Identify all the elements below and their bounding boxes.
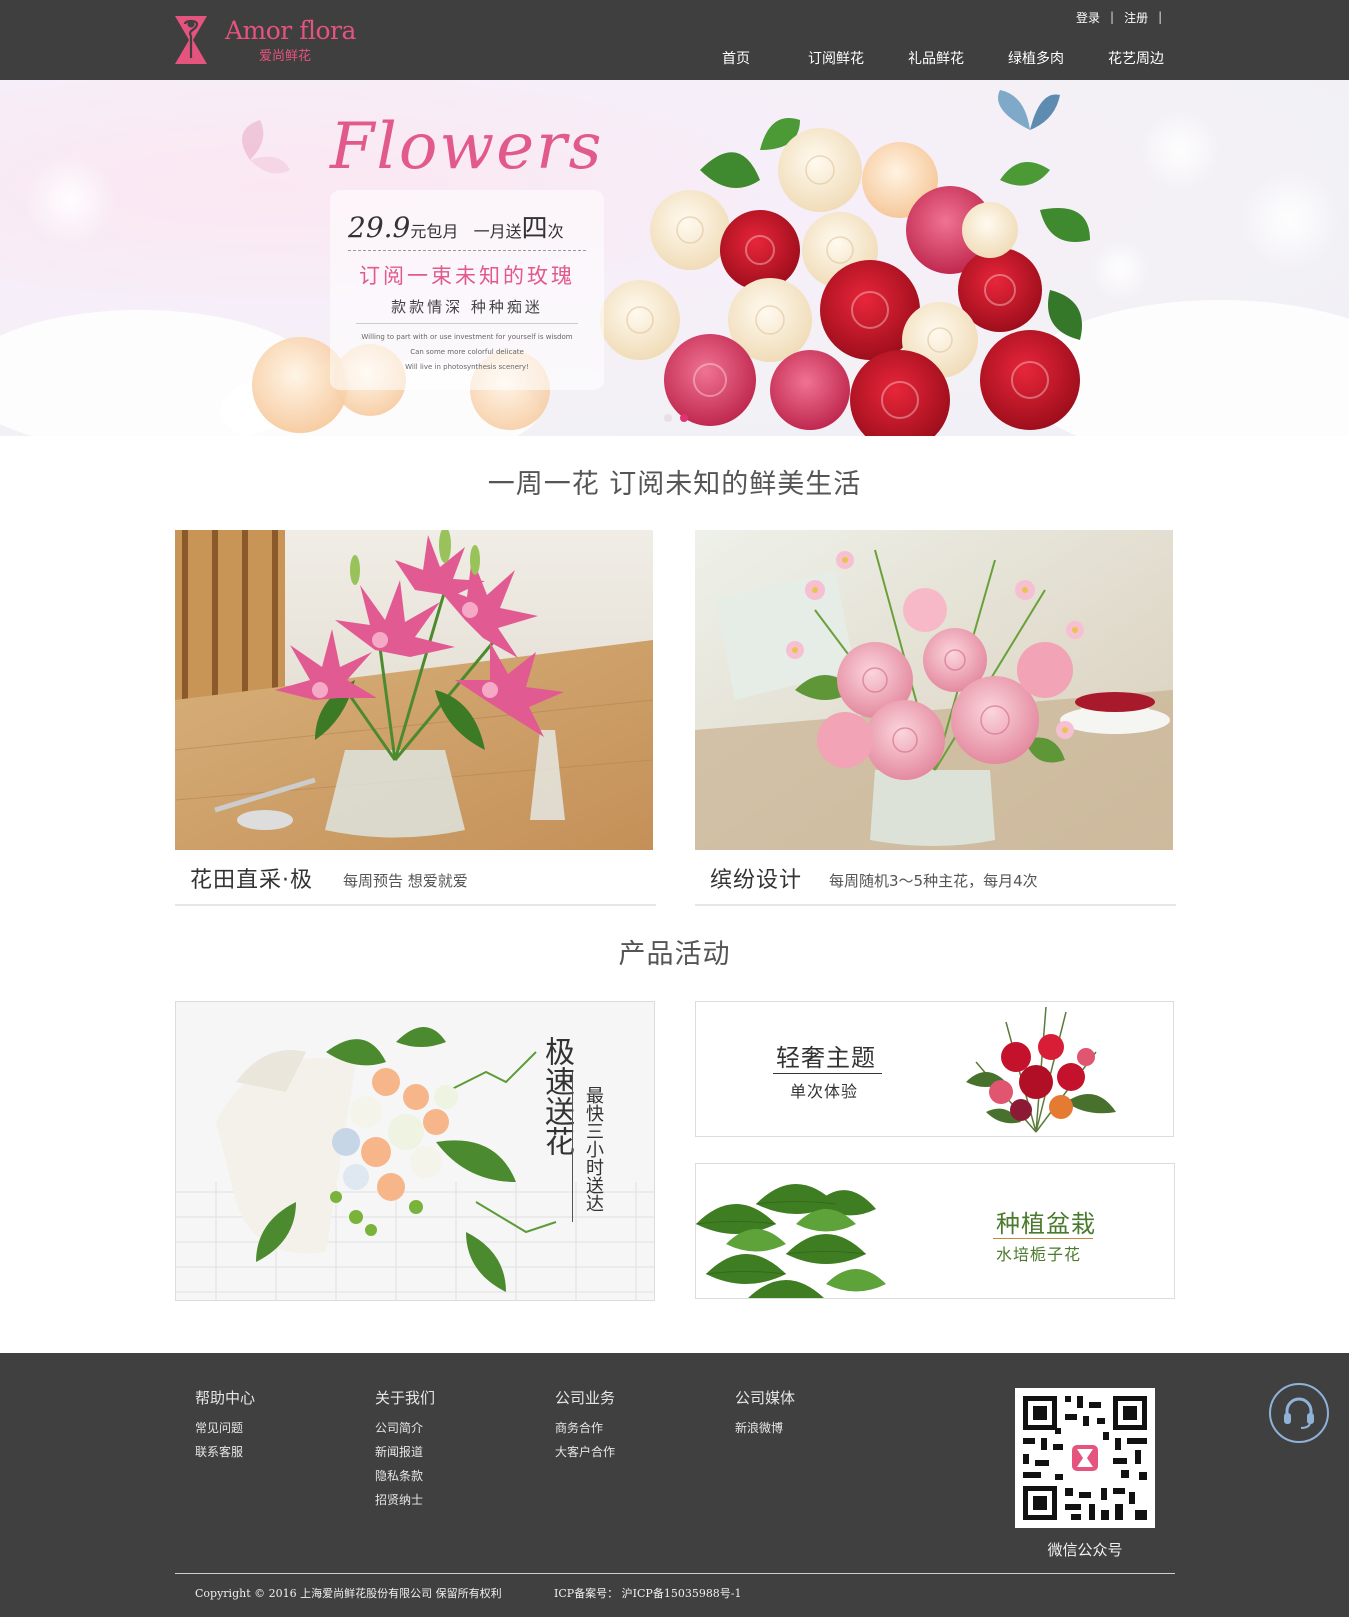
- footer-link[interactable]: 常见问题: [195, 1416, 255, 1440]
- lily-bouquet-illustration: [175, 530, 653, 850]
- banner-per-month: 一月送: [473, 222, 522, 241]
- card-caption: 花田直采·极 每周预告 想爱就爱: [175, 850, 656, 906]
- logo[interactable]: Amor flora 爱尚鲜花: [173, 14, 363, 66]
- card-title[interactable]: 花田直采·极: [190, 862, 313, 894]
- footer-link[interactable]: 新浪微博: [735, 1416, 795, 1440]
- section-title-activities: 产品活动: [618, 939, 731, 970]
- footer-column-media: 公司媒体 新浪微博: [735, 1387, 795, 1440]
- separator: |: [1110, 10, 1115, 24]
- nav-item-plants[interactable]: 绿植多肉: [986, 48, 1086, 68]
- banner-small-text: Will live in photosynthesis scenery!: [405, 363, 529, 371]
- divider: [773, 1073, 882, 1074]
- banner-price: 29.9: [348, 211, 411, 244]
- card-title[interactable]: 缤纷设计: [710, 862, 802, 894]
- footer-link[interactable]: 公司简介: [375, 1416, 435, 1440]
- footer-link[interactable]: 联系客服: [195, 1440, 255, 1464]
- divider: [348, 250, 586, 251]
- banner-headline: 订阅一束未知的玫瑰: [359, 264, 575, 288]
- mixed-bouquet-illustration: [695, 530, 1173, 850]
- logo-name: Amor flora: [225, 16, 356, 45]
- footer-link[interactable]: 商务合作: [555, 1416, 615, 1440]
- footer-column-help: 帮助中心 常见问题 联系客服: [195, 1387, 255, 1464]
- divider: [175, 1573, 1175, 1574]
- separator: |: [1158, 10, 1163, 24]
- gardenia-plant-image: [696, 1164, 896, 1298]
- luxury-title: 轻奢主题: [776, 1044, 876, 1072]
- rose-bouquet-image: [0, 90, 1349, 436]
- login-link[interactable]: 登录: [1076, 9, 1100, 26]
- footer-column-about: 关于我们 公司简介 新闻报道 隐私条款 招贤纳士: [375, 1387, 435, 1512]
- banner-price-line: 29.9元包月 一月送四次: [348, 208, 564, 245]
- icp-record[interactable]: ICP备案号： 沪ICP备15035988号-1: [554, 1585, 742, 1601]
- site-footer: 帮助中心 常见问题 联系客服 关于我们 公司简介 新闻报道 隐私条款 招贤纳士 …: [0, 1353, 1349, 1617]
- banner-times-unit: 次: [547, 222, 564, 241]
- section-title-weekly: 一周一花 订阅未知的鲜美生活: [487, 469, 862, 500]
- headset-icon: [1284, 1397, 1314, 1429]
- card-subtitle: 每周随机3～5种主花，每月4次: [829, 872, 1038, 890]
- carousel-dot[interactable]: [664, 414, 672, 422]
- express-delivery-banner[interactable]: 极速送花 最快三小时送达: [175, 1001, 655, 1301]
- nav-item-home[interactable]: 首页: [686, 48, 786, 68]
- mixed-bouquet-image[interactable]: [695, 530, 1173, 850]
- top-navigation-bar: Amor flora 爱尚鲜花 登录 | 注册 | 首页 订阅鲜花 礼品鲜花 绿…: [0, 0, 1349, 80]
- plant-subtitle: 水培栀子花: [996, 1245, 1082, 1264]
- main-nav: 首页 订阅鲜花 礼品鲜花 绿植多肉 花艺周边: [686, 48, 1186, 68]
- banner-times: 四: [521, 214, 548, 244]
- carousel-dot-active[interactable]: [680, 414, 688, 422]
- plant-banner[interactable]: 种植盆栽 水培栀子花: [695, 1163, 1175, 1299]
- footer-heading: 公司媒体: [735, 1389, 796, 1407]
- red-bouquet-image: [966, 1006, 1116, 1133]
- divider: [993, 1238, 1093, 1239]
- footer-link[interactable]: 新闻报道: [375, 1440, 435, 1464]
- wechat-qr-code: [1015, 1388, 1155, 1528]
- carousel-indicators: [664, 414, 696, 422]
- banner-promo-card: 29.9元包月 一月送四次 订阅一束未知的玫瑰 款款情深 种种痴迷 Willin…: [330, 190, 604, 390]
- plant-title: 种植盆栽: [996, 1210, 1096, 1238]
- qr-code-icon: [1015, 1388, 1155, 1528]
- hero-banner[interactable]: Flowers 29.9元包月 一月送四次 订阅一束未知的玫瑰 款款情深 种种痴…: [0, 80, 1349, 436]
- user-links: 登录 | 注册 |: [1076, 8, 1172, 26]
- banner-script-title: Flowers: [330, 110, 604, 184]
- card-subtitle: 每周预告 想爱就爱: [343, 872, 468, 890]
- customer-service-button[interactable]: [1269, 1383, 1329, 1443]
- express-subtitle: 最快三小时送达: [583, 1086, 604, 1212]
- divider: [356, 323, 578, 324]
- butterfly-icon: [998, 90, 1060, 130]
- logo-subtitle: 爱尚鲜花: [259, 49, 312, 64]
- footer-heading: 公司业务: [555, 1389, 616, 1407]
- butterfly-icon: [242, 120, 290, 174]
- footer-heading: 关于我们: [375, 1389, 436, 1407]
- footer-column-business: 公司业务 商务合作 大客户合作: [555, 1387, 615, 1464]
- footer-link[interactable]: 大客户合作: [555, 1440, 615, 1464]
- qr-code-label: 微信公众号: [1047, 1541, 1123, 1559]
- footer-link[interactable]: 招贤纳士: [375, 1488, 435, 1512]
- banner-subline: 款款情深 种种痴迷: [391, 298, 543, 316]
- luxury-theme-banner[interactable]: 轻奢主题 单次体验: [695, 1001, 1174, 1137]
- card-caption: 缤纷设计 每周随机3～5种主花，每月4次: [695, 850, 1176, 906]
- banner-small-text: Willing to part with or use investment f…: [361, 333, 573, 341]
- nav-item-subscription[interactable]: 订阅鲜花: [786, 48, 886, 68]
- footer-heading: 帮助中心: [195, 1389, 256, 1407]
- lily-bouquet-image[interactable]: [175, 530, 653, 850]
- hourglass-rose-logo-icon: [175, 16, 207, 64]
- nav-item-gift-flowers[interactable]: 礼品鲜花: [886, 48, 986, 68]
- banner-small-text: Can some more colorful delicate: [410, 348, 524, 356]
- register-link[interactable]: 注册: [1124, 9, 1148, 26]
- footer-link[interactable]: 隐私条款: [375, 1464, 435, 1488]
- banner-price-unit: 元包月: [410, 222, 459, 241]
- nav-item-accessories[interactable]: 花艺周边: [1086, 48, 1186, 68]
- divider: [572, 1072, 573, 1222]
- copyright-text: Copyright © 2016 上海爱尚鲜花股份有限公司 保留所有权利: [195, 1587, 502, 1600]
- luxury-subtitle: 单次体验: [790, 1082, 859, 1101]
